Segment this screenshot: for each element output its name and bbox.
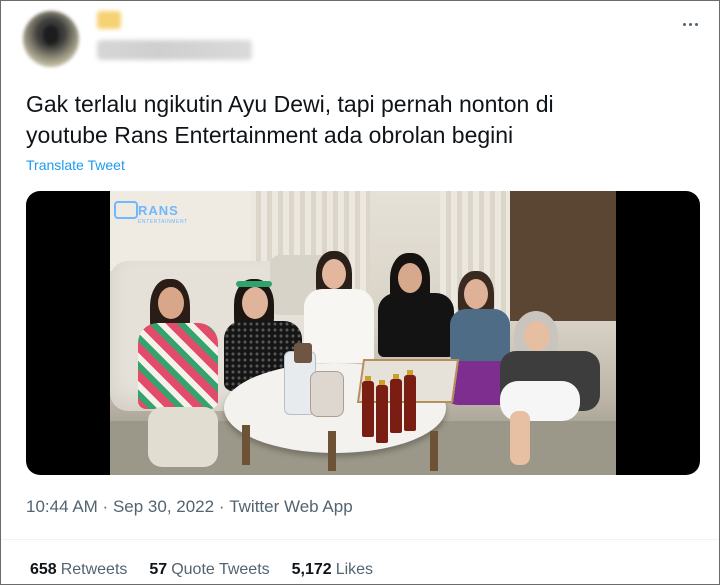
bottle-cap: [379, 380, 385, 385]
bottle: [362, 381, 374, 437]
retweets-stat[interactable]: 658 Retweets: [30, 561, 127, 579]
quote-tweets-count: 57: [149, 561, 168, 578]
wooden-board: [294, 343, 312, 363]
bottle-cap: [393, 374, 399, 379]
person-floral-top: [132, 279, 222, 475]
snack-jar: [310, 371, 344, 417]
likes-stat[interactable]: 5,172 Likes: [292, 561, 373, 579]
bottle: [376, 385, 388, 443]
tweet-time[interactable]: 10:44 AM: [26, 497, 98, 517]
bottle: [404, 375, 416, 431]
more-options-icon[interactable]: [677, 15, 703, 33]
tweet-source[interactable]: Twitter Web App: [229, 497, 352, 517]
table-leg: [430, 431, 438, 471]
separator: ·: [97, 497, 113, 516]
tweet-timestamp: 10:44 AM · Sep 30, 2022 · Twitter Web Ap…: [26, 497, 353, 517]
bottle-cap: [365, 376, 371, 381]
separator: ·: [214, 497, 230, 516]
person-hijab: [490, 311, 616, 475]
username-redacted[interactable]: [97, 40, 252, 60]
bottle: [390, 379, 402, 433]
likes-count: 5,172: [291, 561, 332, 578]
background-shelf: [510, 191, 616, 321]
tweet-card: Gak terlalu ngikutin Ayu Dewi, tapi pern…: [0, 0, 720, 585]
logo-subtext: ENTERTAINMENT: [138, 219, 188, 225]
video-frame: RANS ENTERTAINMENT: [110, 191, 616, 475]
engagement-stats: 658 Retweets 57 Quote Tweets 5,172 Likes: [30, 561, 373, 579]
tweet-media-image[interactable]: RANS ENTERTAINMENT: [26, 191, 700, 475]
divider: [1, 539, 719, 540]
bottle-cap: [407, 370, 413, 375]
translate-tweet-link[interactable]: Translate Tweet: [26, 157, 125, 173]
retweets-label: Retweets: [60, 561, 128, 578]
tweet-text: Gak terlalu ngikutin Ayu Dewi, tapi pern…: [26, 91, 554, 148]
quote-tweets-label: Quote Tweets: [171, 561, 270, 578]
tweet-date[interactable]: Sep 30, 2022: [113, 497, 214, 517]
quote-tweets-stat[interactable]: 57 Quote Tweets: [149, 561, 269, 579]
table-leg: [328, 431, 336, 471]
rans-logo: RANS ENTERTAINMENT: [114, 195, 214, 225]
user-avatar[interactable]: [23, 11, 79, 67]
likes-label: Likes: [335, 561, 374, 578]
display-name-redacted[interactable]: [97, 11, 121, 29]
table-leg: [242, 425, 250, 465]
retweets-count: 658: [30, 561, 57, 578]
logo-text: RANS: [138, 203, 179, 218]
